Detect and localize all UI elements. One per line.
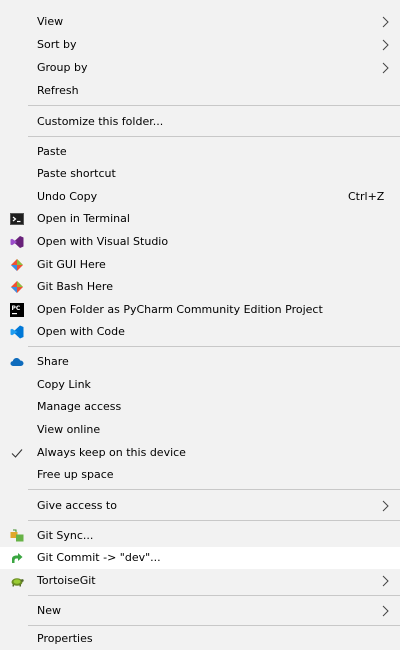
- tortoisegit-icon: [11, 578, 24, 587]
- menu-item-label: Always keep on this device: [37, 446, 186, 459]
- chevron-right-icon: [382, 62, 389, 74]
- menu-item-customize-folder[interactable]: Customize this folder...: [0, 111, 400, 133]
- context-menu: View Sort by Group by Refresh Customize …: [0, 0, 400, 650]
- menu-item-label: Refresh: [37, 84, 79, 97]
- menu-item-view[interactable]: View: [0, 11, 400, 33]
- chevron-right-icon: [382, 575, 389, 587]
- menu-separator: [28, 346, 400, 347]
- menu-separator: [28, 625, 400, 626]
- menu-item-shortcut: Ctrl+Z: [348, 190, 385, 203]
- menu-item-copy-link[interactable]: Copy Link: [0, 374, 400, 396]
- menu-item-label: Paste shortcut: [37, 167, 116, 180]
- menu-item-open-visual-studio[interactable]: Open with Visual Studio: [0, 231, 400, 253]
- menu-separator: [28, 520, 400, 521]
- menu-separator: [28, 136, 400, 137]
- menu-item-paste[interactable]: Paste: [0, 141, 400, 163]
- menu-item-share[interactable]: Share: [0, 351, 400, 373]
- git-gui-icon: [11, 259, 23, 271]
- menu-item-paste-shortcut[interactable]: Paste shortcut: [0, 163, 400, 185]
- menu-item-give-access[interactable]: Give access to: [0, 495, 400, 517]
- menu-separator: [28, 489, 400, 490]
- menu-item-git-sync[interactable]: Git Sync...: [0, 525, 400, 547]
- menu-item-git-gui[interactable]: Git GUI Here: [0, 254, 400, 276]
- checkmark-icon: [11, 449, 23, 458]
- menu-item-label: TortoiseGit: [37, 574, 96, 587]
- menu-item-label: New: [37, 604, 61, 617]
- chevron-right-icon: [382, 605, 389, 617]
- menu-item-label: Copy Link: [37, 378, 91, 391]
- pycharm-icon: PC: [10, 303, 24, 317]
- menu-item-label: Give access to: [37, 499, 117, 512]
- visual-studio-icon: [10, 236, 24, 248]
- menu-item-always-keep[interactable]: Always keep on this device: [0, 442, 400, 464]
- onedrive-cloud-icon: [10, 358, 24, 366]
- menu-separator: [28, 105, 400, 106]
- chevron-right-icon: [382, 16, 389, 28]
- menu-item-undo-copy[interactable]: Undo Copy Ctrl+Z: [0, 186, 400, 208]
- terminal-icon: [10, 213, 24, 225]
- menu-item-label: Open in Terminal: [37, 212, 130, 225]
- menu-item-label: Share: [37, 355, 69, 368]
- menu-item-label: Open with Code: [37, 325, 125, 338]
- menu-item-properties[interactable]: Properties: [0, 628, 400, 650]
- menu-item-label: Free up space: [37, 468, 114, 481]
- menu-item-git-bash[interactable]: Git Bash Here: [0, 276, 400, 298]
- menu-item-label: Git GUI Here: [37, 258, 106, 271]
- menu-item-label: Customize this folder...: [37, 115, 164, 128]
- menu-item-label: Sort by: [37, 38, 77, 51]
- menu-item-label: Git Bash Here: [37, 280, 113, 293]
- menu-item-manage-access[interactable]: Manage access: [0, 396, 400, 418]
- menu-item-group-by[interactable]: Group by: [0, 57, 400, 79]
- menu-item-label: Git Commit -> "dev"...: [37, 551, 161, 564]
- chevron-right-icon: [382, 39, 389, 51]
- menu-item-new[interactable]: New: [0, 600, 400, 622]
- menu-item-view-online[interactable]: View online: [0, 419, 400, 441]
- svg-text:PC: PC: [12, 305, 21, 312]
- menu-item-label: Properties: [37, 632, 93, 645]
- menu-item-open-pycharm[interactable]: PC Open Folder as PyCharm Community Edit…: [0, 299, 400, 321]
- menu-item-label: Paste: [37, 145, 67, 158]
- menu-item-git-commit[interactable]: Git Commit -> "dev"...: [0, 547, 400, 569]
- menu-item-label: View: [37, 15, 64, 28]
- menu-separator: [28, 595, 400, 596]
- menu-item-label: Undo Copy: [37, 190, 98, 203]
- vscode-icon: [10, 325, 24, 339]
- menu-item-label: View online: [37, 423, 101, 436]
- chevron-right-icon: [382, 500, 389, 512]
- menu-item-sort-by[interactable]: Sort by: [0, 34, 400, 56]
- menu-item-label: Group by: [37, 61, 88, 74]
- menu-item-label: Git Sync...: [37, 529, 94, 542]
- menu-item-refresh[interactable]: Refresh: [0, 80, 400, 102]
- menu-item-tortoisegit[interactable]: TortoiseGit: [0, 570, 400, 592]
- menu-item-label: Open Folder as PyCharm Community Edition…: [37, 303, 323, 316]
- git-bash-icon: [11, 281, 23, 293]
- git-commit-icon: [12, 553, 23, 563]
- menu-item-label: Manage access: [37, 400, 122, 413]
- menu-item-label: Open with Visual Studio: [37, 235, 169, 248]
- menu-item-free-up-space[interactable]: Free up space: [0, 464, 400, 486]
- menu-item-open-in-terminal[interactable]: Open in Terminal: [0, 208, 400, 230]
- menu-item-open-with-code[interactable]: Open with Code: [0, 321, 400, 343]
- git-sync-icon: [10, 529, 24, 542]
